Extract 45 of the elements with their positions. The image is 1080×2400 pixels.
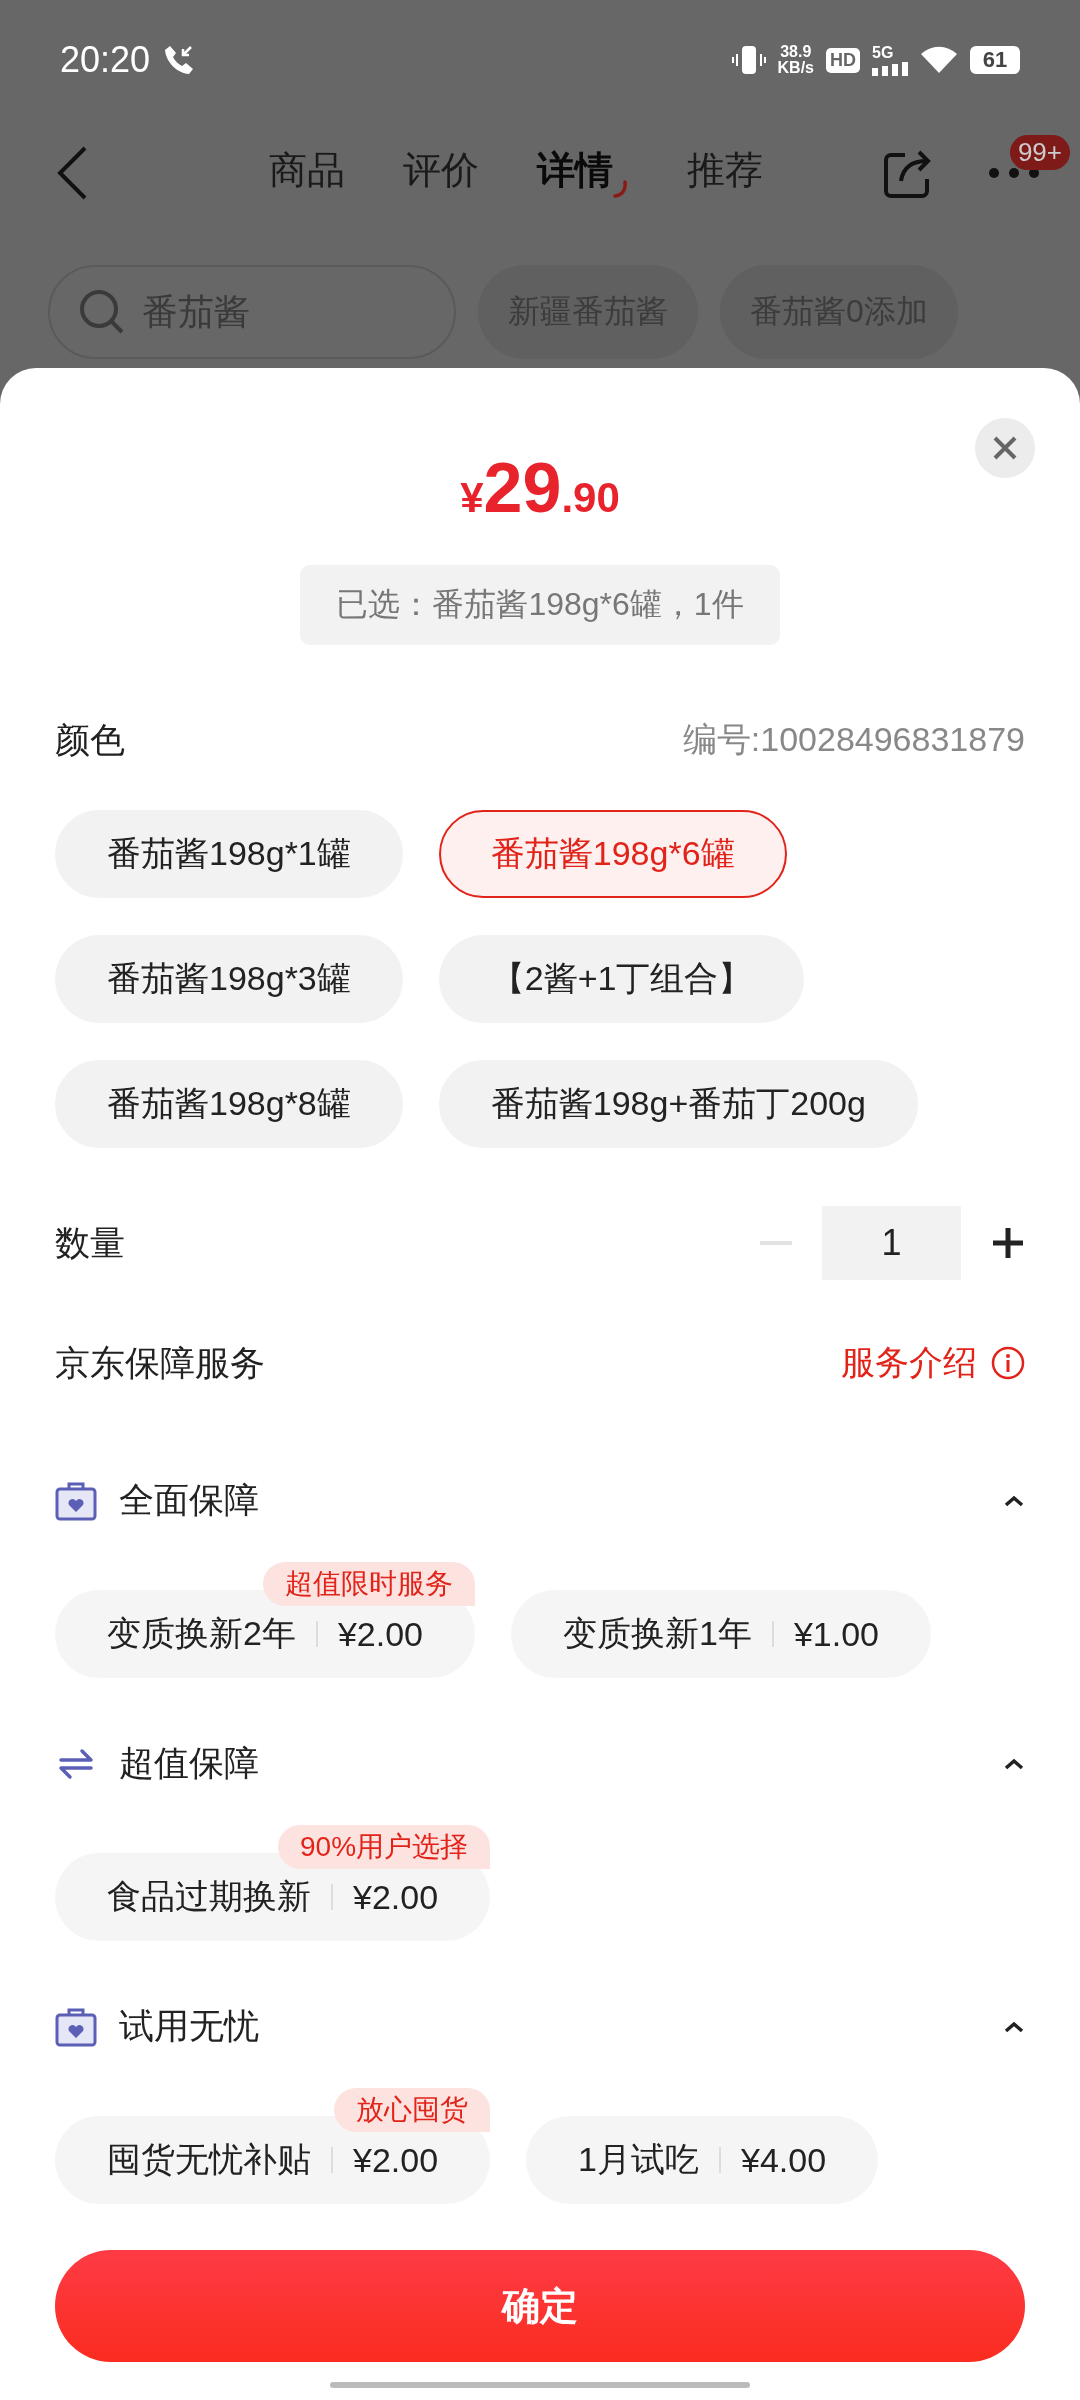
service-tag: 超值限时服务: [263, 1562, 475, 1606]
option-chip[interactable]: 番茄酱198g*1罐: [55, 810, 403, 898]
search-icon: [78, 288, 126, 336]
service-group-title: 超值保障: [119, 1742, 259, 1784]
close-icon: [992, 435, 1018, 461]
signal-icon: [872, 62, 908, 76]
service-tag: 放心囤货: [334, 2088, 491, 2132]
services-title: 京东保障服务: [55, 1341, 265, 1384]
option-chip[interactable]: 【2酱+1丁组合】: [438, 935, 805, 1023]
case-icon: [55, 2006, 97, 2047]
network-speed: 38.9 KB/s: [777, 44, 814, 76]
service-group-title: 全面保障: [119, 1479, 259, 1521]
option-chip[interactable]: 番茄酱198g*3罐: [55, 935, 403, 1023]
vibrate-icon: [731, 43, 766, 77]
price: ¥29.90: [460, 448, 620, 529]
option-chip[interactable]: 番茄酱198g*6罐: [438, 810, 787, 898]
more-icon[interactable]: [988, 166, 1040, 179]
confirm-button[interactable]: 确定: [55, 2250, 1025, 2362]
battery-icon: 61: [970, 46, 1020, 74]
tab-indicator: [613, 180, 629, 198]
message-badge: 99+: [1009, 134, 1070, 170]
info-icon: [991, 1346, 1025, 1380]
service-tag: 90%用户选择: [278, 1825, 491, 1869]
spec-label: 颜色: [55, 718, 125, 761]
service-group-title: 试用无忧: [119, 2005, 259, 2047]
option-chip[interactable]: 番茄酱198g*8罐: [55, 1060, 403, 1148]
case-icon: [55, 1480, 97, 1521]
service-chip[interactable]: 变质换新1年 ¥1.00: [511, 1590, 932, 1678]
sku-number: 编号:10028496831879: [682, 719, 1025, 760]
quantity-label: 数量: [55, 1221, 125, 1264]
selected-summary: 已选：番茄酱198g*6罐，1件: [300, 565, 780, 645]
option-chip[interactable]: 番茄酱198g+番茄丁200g: [438, 1060, 918, 1148]
wifi-icon: [920, 45, 958, 75]
collapse-icon[interactable]: [1003, 2019, 1025, 2034]
quantity-field[interactable]: 1: [822, 1206, 961, 1280]
increase-button[interactable]: [991, 1226, 1025, 1260]
nav-tab[interactable]: 详情: [537, 145, 629, 200]
service-info-link[interactable]: 服务介绍: [841, 1340, 1025, 1386]
collapse-icon[interactable]: [1003, 1493, 1025, 1508]
collapse-icon[interactable]: [1003, 1756, 1025, 1771]
clock: 20:20: [60, 39, 151, 81]
hd-indicator: HD: [826, 47, 860, 73]
network-type: 5G: [872, 44, 894, 62]
back-icon[interactable]: [55, 144, 89, 201]
service-chip[interactable]: 1月试吃 ¥4.00: [526, 2116, 879, 2204]
